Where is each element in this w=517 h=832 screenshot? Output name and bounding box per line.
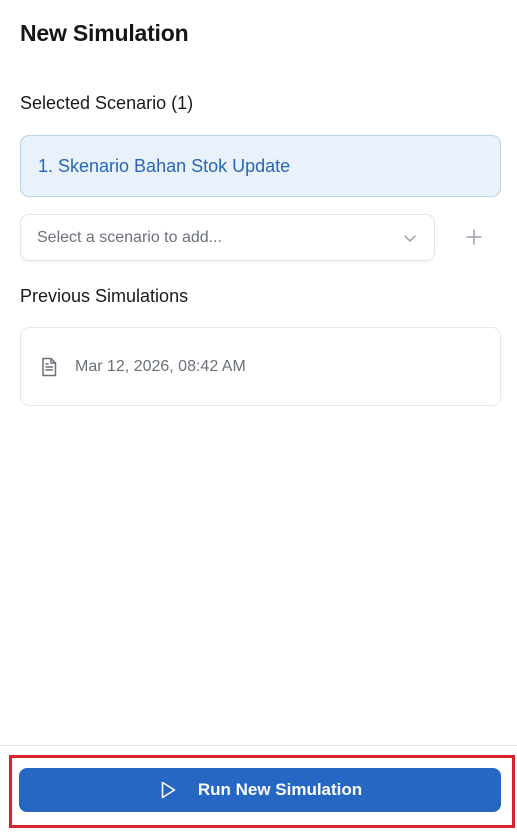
footer-divider [0,745,517,746]
scenario-select[interactable]: Select a scenario to add... [20,214,435,261]
plus-icon [465,228,483,246]
selected-scenario-label: 1. Skenario Bahan Stok Update [38,155,291,176]
page-title: New Simulation [20,20,189,46]
new-simulation-panel: New Simulation Selected Scenario (1) 1. … [0,0,517,832]
highlight-box [9,755,515,828]
chevron-down-icon [402,230,418,246]
simulation-timestamp: Mar 12, 2026, 08:42 AM [75,357,246,375]
previous-simulation-item[interactable]: Mar 12, 2026, 08:42 AM [20,327,501,406]
add-scenario-button[interactable] [458,221,490,253]
scenario-select-placeholder: Select a scenario to add... [37,228,222,246]
selected-scenario-item[interactable]: 1. Skenario Bahan Stok Update [20,135,501,197]
selected-scenario-heading: Selected Scenario (1) [20,93,194,113]
previous-simulations-heading: Previous Simulations [20,286,189,306]
document-icon [39,357,59,377]
